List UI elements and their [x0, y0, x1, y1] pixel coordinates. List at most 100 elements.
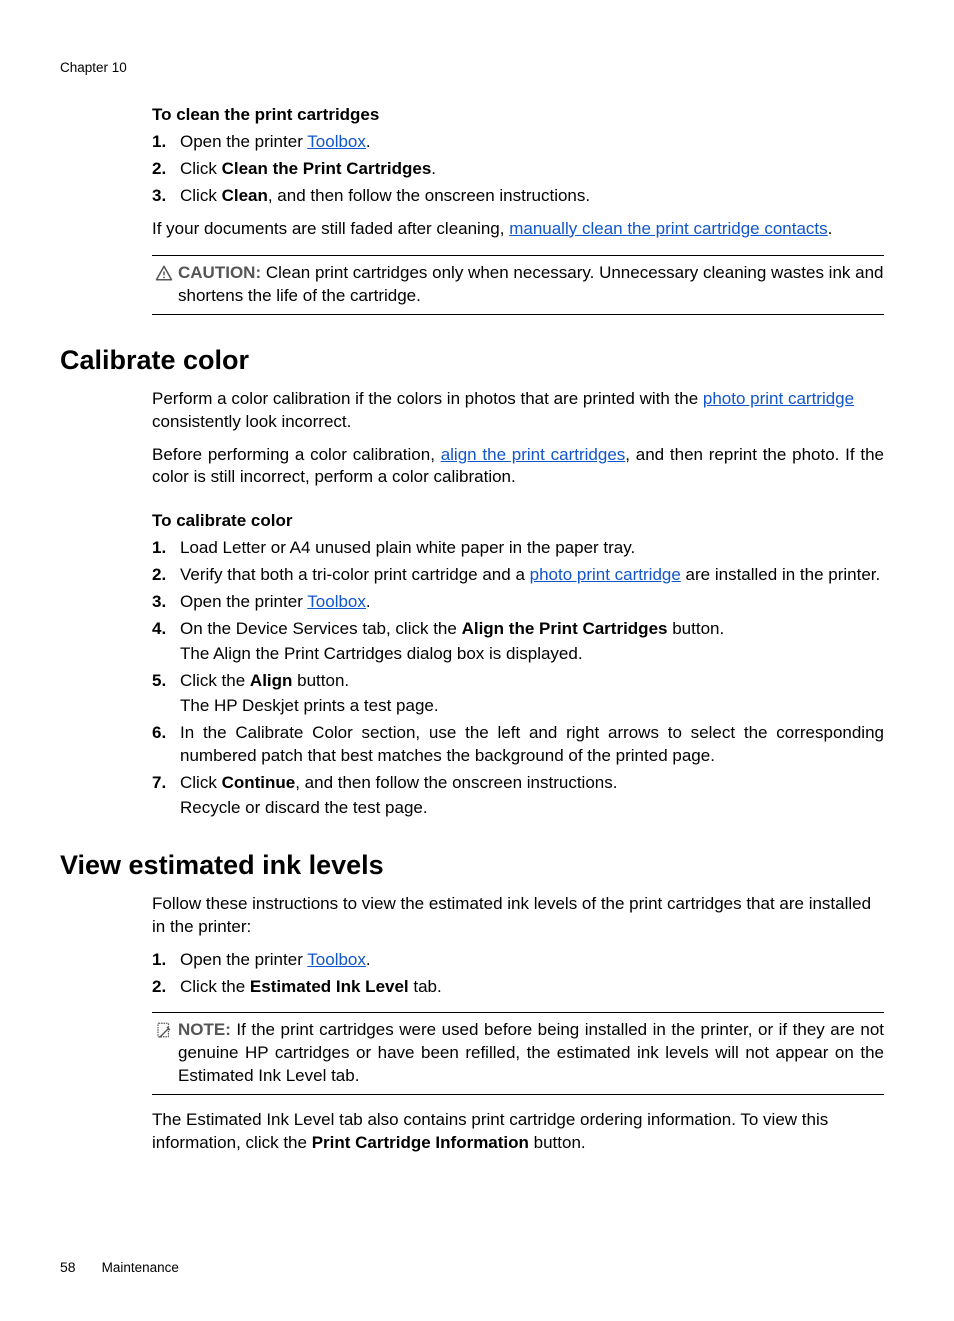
- text: are installed in the printer.: [681, 565, 880, 584]
- text: Open the printer: [180, 592, 307, 611]
- text: Open the printer: [180, 132, 307, 151]
- text: button.: [529, 1133, 586, 1152]
- step-body: Load Letter or A4 unused plain white pap…: [180, 537, 884, 560]
- text: Click: [180, 186, 222, 205]
- text: .: [431, 159, 436, 178]
- step-number: 1.: [152, 949, 180, 972]
- calibrate-subheading: To calibrate color: [152, 511, 884, 531]
- text: , and then follow the onscreen instructi…: [295, 773, 617, 792]
- ink-intro: Follow these instructions to view the es…: [152, 893, 884, 939]
- step-body: Open the printer Toolbox.: [180, 591, 884, 614]
- step-number: 4.: [152, 618, 180, 666]
- bold-text: Print Cartridge Information: [312, 1133, 529, 1152]
- rule: [152, 314, 884, 315]
- caution-callout: CAUTION: Clean print cartridges only whe…: [152, 255, 884, 315]
- caution-label: CAUTION:: [178, 263, 261, 282]
- text: If the print cartridges were used before…: [178, 1020, 884, 1085]
- note-text: NOTE: If the print cartridges were used …: [176, 1019, 884, 1088]
- ink-post-para: The Estimated Ink Level tab also contain…: [152, 1109, 884, 1155]
- text: Open the printer: [180, 950, 307, 969]
- step-body: Open the printer Toolbox.: [180, 949, 884, 972]
- calibrate-color-section: Perform a color calibration if the color…: [152, 388, 884, 820]
- text: Click the: [180, 671, 250, 690]
- bold-text: Align the Print Cartridges: [462, 619, 668, 638]
- ink-step-2: 2. Click the Estimated Ink Level tab.: [152, 976, 884, 999]
- bold-text: Align: [250, 671, 293, 690]
- text: Click: [180, 159, 222, 178]
- step-number: 3.: [152, 185, 180, 208]
- step-body: Click Clean the Print Cartridges.: [180, 158, 884, 181]
- step-body: Open the printer Toolbox.: [180, 131, 884, 154]
- bold-text: Clean: [222, 186, 268, 205]
- page-footer: 58 Maintenance: [60, 1259, 179, 1275]
- toolbox-link[interactable]: Toolbox: [307, 950, 366, 969]
- step-body: Click the Align button. The HP Deskjet p…: [180, 670, 884, 718]
- calibrate-color-heading: Calibrate color: [60, 345, 894, 376]
- text: , and then follow the onscreen instructi…: [268, 186, 590, 205]
- clean-subheading: To clean the print cartridges: [152, 105, 884, 125]
- text: .: [366, 950, 371, 969]
- calibrate-before: Before performing a color calibration, a…: [152, 444, 884, 490]
- step-number: 3.: [152, 591, 180, 614]
- step-subtext: The HP Deskjet prints a test page.: [180, 695, 884, 718]
- text: Before performing a color calibration,: [152, 445, 441, 464]
- step-subtext: The Align the Print Cartridges dialog bo…: [180, 643, 884, 666]
- step-body: On the Device Services tab, click the Al…: [180, 618, 884, 666]
- caution-text: CAUTION: Clean print cartridges only whe…: [176, 262, 884, 308]
- text: If your documents are still faded after …: [152, 219, 509, 238]
- step-subtext: Recycle or discard the test page.: [180, 797, 884, 820]
- calibrate-step-1: 1. Load Letter or A4 unused plain white …: [152, 537, 884, 560]
- clean-cartridges-section: To clean the print cartridges 1. Open th…: [152, 105, 884, 315]
- text: .: [366, 592, 371, 611]
- calibrate-step-3: 3. Open the printer Toolbox.: [152, 591, 884, 614]
- caution-icon: [152, 262, 176, 308]
- footer-section: Maintenance: [102, 1260, 179, 1275]
- photo-cartridge-link[interactable]: photo print cartridge: [530, 565, 681, 584]
- text: Perform a color calibration if the color…: [152, 389, 703, 408]
- clean-step-2: 2. Click Clean the Print Cartridges.: [152, 158, 884, 181]
- note-icon: [152, 1019, 176, 1088]
- text: tab.: [409, 977, 442, 996]
- step-body: Click Clean, and then follow the onscree…: [180, 185, 884, 208]
- step-number: 1.: [152, 537, 180, 560]
- text: Click the: [180, 977, 250, 996]
- calibrate-step-2: 2. Verify that both a tri-color print ca…: [152, 564, 884, 587]
- text: .: [828, 219, 833, 238]
- page-number: 58: [60, 1259, 76, 1275]
- note-callout: NOTE: If the print cartridges were used …: [152, 1012, 884, 1095]
- calibrate-step-7: 7. Click Continue, and then follow the o…: [152, 772, 884, 820]
- calibrate-step-4: 4. On the Device Services tab, click the…: [152, 618, 884, 666]
- rule: [152, 1094, 884, 1095]
- ink-step-1: 1. Open the printer Toolbox.: [152, 949, 884, 972]
- bold-text: Clean the Print Cartridges: [222, 159, 432, 178]
- toolbox-link[interactable]: Toolbox: [307, 592, 366, 611]
- text: Verify that both a tri-color print cartr…: [180, 565, 530, 584]
- clean-step-1: 1. Open the printer Toolbox.: [152, 131, 884, 154]
- step-body: In the Calibrate Color section, use the …: [180, 722, 884, 768]
- rule: [152, 1012, 884, 1013]
- text: Clean print cartridges only when necessa…: [178, 263, 884, 305]
- document-page: Chapter 10 To clean the print cartridges…: [0, 0, 954, 1321]
- photo-cartridge-link[interactable]: photo print cartridge: [703, 389, 854, 408]
- step-number: 7.: [152, 772, 180, 820]
- note-label: NOTE:: [178, 1020, 231, 1039]
- step-body: Click the Estimated Ink Level tab.: [180, 976, 884, 999]
- step-number: 1.: [152, 131, 180, 154]
- text: button.: [667, 619, 724, 638]
- ink-levels-heading: View estimated ink levels: [60, 850, 894, 881]
- bold-text: Continue: [222, 773, 296, 792]
- toolbox-link[interactable]: Toolbox: [307, 132, 366, 151]
- step-body: Click Continue, and then follow the onsc…: [180, 772, 884, 820]
- calibrate-intro: Perform a color calibration if the color…: [152, 388, 884, 434]
- clean-followup-para: If your documents are still faded after …: [152, 218, 884, 241]
- step-number: 2.: [152, 564, 180, 587]
- step-number: 5.: [152, 670, 180, 718]
- text: On the Device Services tab, click the: [180, 619, 462, 638]
- manual-clean-link[interactable]: manually clean the print cartridge conta…: [509, 219, 827, 238]
- step-body: Verify that both a tri-color print cartr…: [180, 564, 884, 587]
- text: consistently look incorrect.: [152, 412, 351, 431]
- text: .: [366, 132, 371, 151]
- align-cartridges-link[interactable]: align the print cartridges: [441, 445, 626, 464]
- bold-text: Estimated Ink Level: [250, 977, 409, 996]
- step-number: 2.: [152, 158, 180, 181]
